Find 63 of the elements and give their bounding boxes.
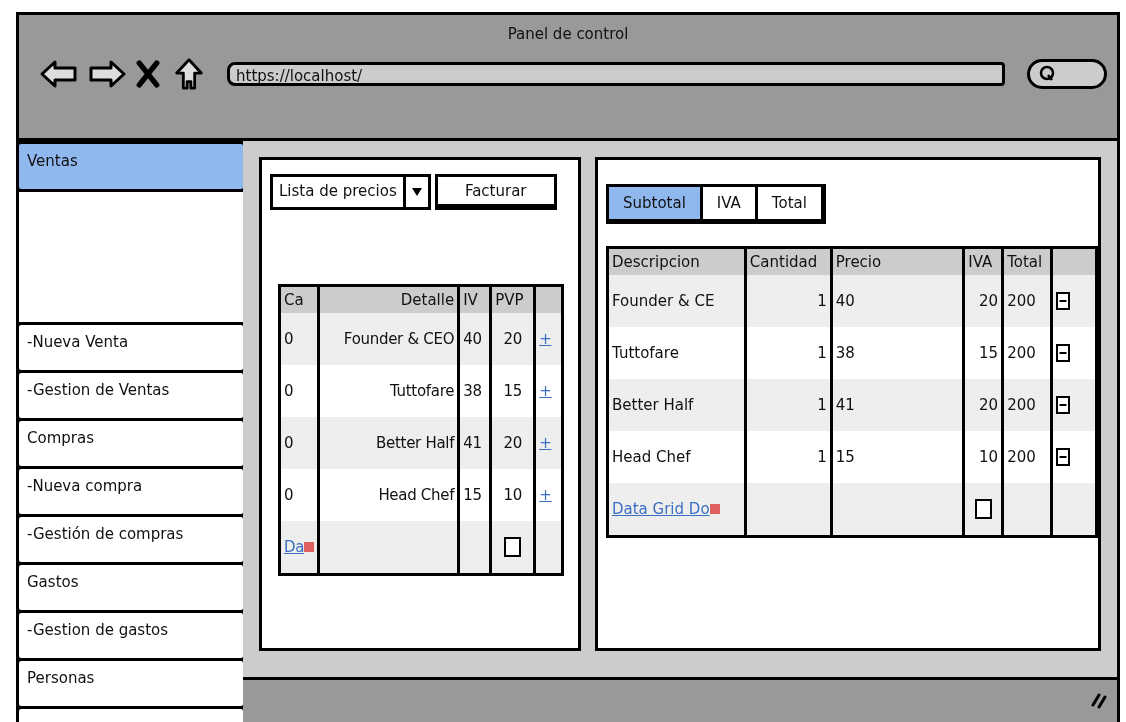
table-cell: 20 [490,313,535,365]
table-cell: 41 [831,379,964,431]
table-cell: Founder & CE [607,275,746,327]
minus-icon[interactable] [1056,292,1071,311]
table-cell: 1 [745,275,832,327]
broken-image-icon [709,503,720,515]
table-cell: 20 [963,379,1003,431]
table-cell: 200 [1002,275,1052,327]
column-header: IVA [963,247,1003,275]
column-header: Descripcion [607,247,746,275]
table-cell: 0 [279,365,319,417]
tab[interactable]: Subtotal [609,187,700,219]
table-cell: Founder & CEO [318,313,459,365]
column-header: Cantidad [745,247,832,275]
window-title: Panel de control [506,25,630,43]
table-cell: 40 [831,275,964,327]
add-link[interactable]: + [539,330,552,348]
docs-link[interactable]: Da [284,538,305,556]
table-cell: 1 [745,379,832,431]
sidebar-item[interactable]: -Nueva Venta [19,325,243,370]
sidebar-item[interactable]: -Gestion de gastos [19,613,243,658]
sidebar-item[interactable]: -Gestion de Ventas [19,373,243,418]
sidebar-item[interactable]: Ventas [19,144,243,189]
caret-icon [411,188,422,196]
table-cell: 20 [963,275,1003,327]
table-cell: 41 [458,417,491,469]
resize-grip-icon[interactable] [1091,693,1107,709]
column-header: PVP [490,285,535,313]
sidebar-item[interactable]: Personas [19,661,243,706]
url-field[interactable]: https://localhost/ [227,62,1005,86]
search-icon [1038,65,1056,83]
add-link[interactable]: + [539,486,552,504]
table-cell: Tuttofare [607,327,746,379]
checkbox[interactable] [504,537,522,557]
add-link[interactable]: + [539,434,552,452]
minus-icon[interactable] [1056,448,1071,467]
column-header: Detalle [318,285,459,313]
table-cell: Better Half [318,417,459,469]
sidebar-item[interactable]: -Gestión de compras [19,517,243,562]
table-cell: Head Chef [607,431,746,483]
sidebar-item[interactable]: Compras [19,421,243,466]
sidebar-item[interactable]: -Nueva compra [19,469,243,514]
table-cell: 20 [490,417,535,469]
table-cell: 0 [279,417,319,469]
add-link[interactable]: + [539,382,552,400]
table-cell: Better Half [607,379,746,431]
table-cell: 200 [1002,379,1052,431]
table-cell: 40 [458,313,491,365]
column-header: Ca [279,285,319,313]
sidebar-item[interactable]: Gastos [19,565,243,610]
minus-icon[interactable] [1056,344,1071,363]
column-header: Precio [831,247,964,275]
facturar-button[interactable]: Facturar [434,174,557,210]
minus-icon[interactable] [1056,396,1071,415]
column-header: IV [458,285,491,313]
search-field[interactable] [1027,59,1107,89]
broken-image-icon [304,541,315,553]
price-list-dropdown[interactable]: Lista de precios [270,174,431,210]
table-cell: 0 [279,313,319,365]
close-icon[interactable] [135,57,161,91]
table-cell: 0 [279,469,319,521]
checkbox[interactable] [974,499,992,519]
column-header: Total [1002,247,1052,275]
